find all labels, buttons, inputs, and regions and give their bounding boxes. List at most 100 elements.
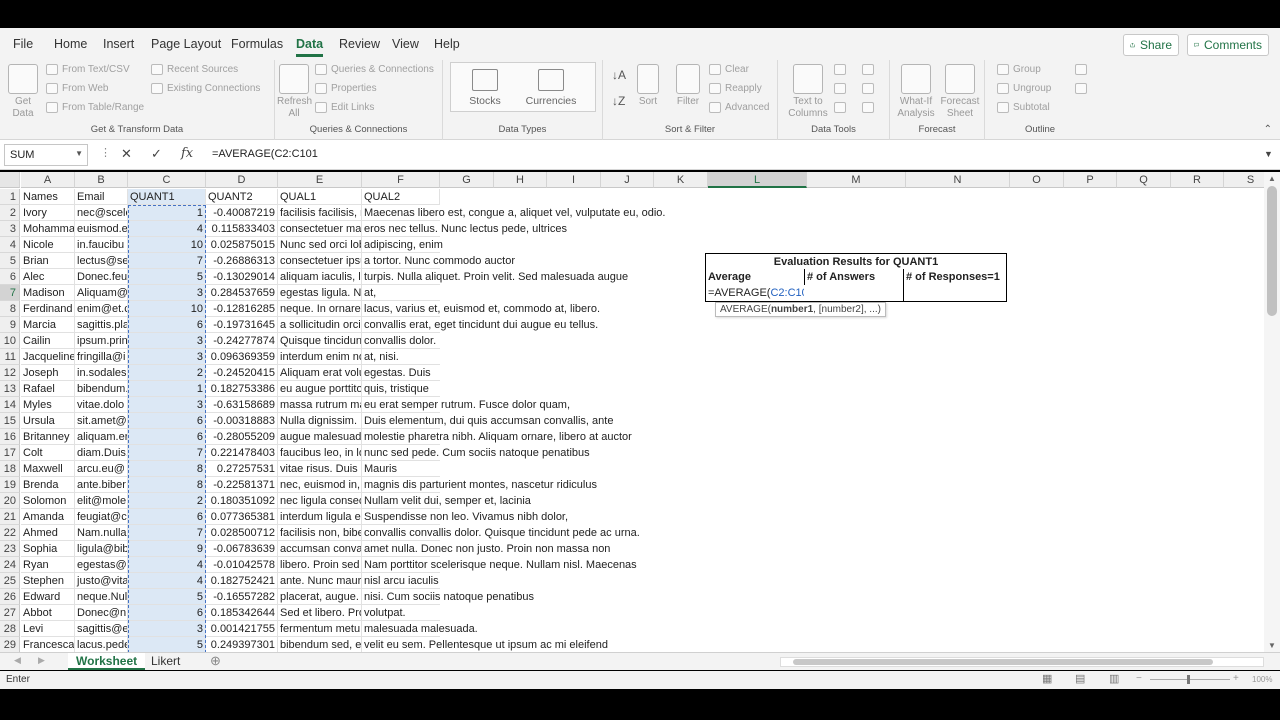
qual2-cell[interactable]: eu erat semper rutrum. Fusce dolor quam,: [362, 397, 570, 413]
name-cell[interactable]: Nicole: [21, 237, 75, 253]
email-cell[interactable]: nec@scele: [75, 205, 128, 221]
tab-insert[interactable]: Insert: [103, 37, 134, 51]
remove-duplicates-button[interactable]: [834, 83, 846, 94]
quant1-cell[interactable]: 3: [128, 397, 206, 413]
quant2-cell[interactable]: -0.24520415: [206, 365, 278, 381]
relationships-button[interactable]: [862, 83, 874, 94]
row-header[interactable]: 11: [0, 349, 20, 365]
vertical-scroll-thumb[interactable]: [1267, 186, 1277, 316]
results-title[interactable]: Evaluation Results for QUANT1: [705, 253, 1007, 270]
email-cell[interactable]: Donec@n: [75, 605, 128, 621]
scroll-up-icon[interactable]: ▲: [1268, 174, 1276, 183]
tab-review[interactable]: Review: [339, 37, 380, 51]
responses-header[interactable]: # of Responses=1: [903, 269, 1007, 286]
qual2-cell[interactable]: nunc sed pede. Cum sociis natoque penati…: [362, 445, 590, 461]
quant2-cell[interactable]: 0.115833403: [206, 221, 278, 237]
next-sheet-icon[interactable]: ▶: [38, 655, 45, 666]
quant1-cell[interactable]: 1: [128, 205, 206, 221]
qual2-cell[interactable]: Nam porttitor scelerisque neque. Nullam …: [362, 557, 637, 573]
qual2-cell[interactable]: convallis dolor.: [362, 333, 440, 349]
qual2-cell[interactable]: quis, tristique: [362, 381, 440, 397]
qual1-cell[interactable]: massa rutrum ma: [278, 397, 362, 413]
qual1-cell[interactable]: consectetuer ipsu: [278, 253, 362, 269]
name-cell[interactable]: Marcia: [21, 317, 75, 333]
quant1-cell[interactable]: 7: [128, 253, 206, 269]
quant1-cell[interactable]: 1: [128, 381, 206, 397]
ungroup-button[interactable]: Ungroup: [997, 83, 1051, 94]
text-to-columns-button[interactable]: Text to Columns: [788, 64, 828, 120]
quant1-cell[interactable]: 4: [128, 573, 206, 589]
email-cell[interactable]: in.faucibu: [75, 237, 128, 253]
qual2-cell[interactable]: Mauris: [362, 461, 440, 477]
average-edit-cell[interactable]: =AVERAGE(C2:C101: [705, 285, 814, 302]
quant1-cell[interactable]: 6: [128, 605, 206, 621]
quant2-cell[interactable]: 0.182752421: [206, 573, 278, 589]
responses-value-cell[interactable]: [903, 285, 1007, 302]
email-cell[interactable]: Nam.nulla: [75, 525, 128, 541]
name-cell[interactable]: Sophia: [21, 541, 75, 557]
row-header[interactable]: 28: [0, 621, 20, 637]
qual1-cell[interactable]: neque. In ornare: [278, 301, 362, 317]
consolidate-button[interactable]: [862, 64, 874, 75]
subtotal-button[interactable]: Subtotal: [997, 102, 1050, 113]
name-cell[interactable]: Solomon: [21, 493, 75, 509]
email-cell[interactable]: neque.Nul: [75, 589, 128, 605]
sheet-tab-likert[interactable]: Likert: [143, 653, 188, 670]
show-detail-button[interactable]: [1075, 64, 1087, 75]
formula-input[interactable]: =AVERAGE(C2:C101: [212, 148, 318, 160]
recent-sources-button[interactable]: Recent Sources: [151, 64, 238, 75]
qual1-cell[interactable]: placerat, augue.: [278, 589, 362, 605]
email-cell[interactable]: bibendum.: [75, 381, 128, 397]
cancel-icon[interactable]: ✕: [121, 146, 132, 162]
qual2-cell[interactable]: Suspendisse non leo. Vivamus nibh dolor,: [362, 509, 568, 525]
row-header[interactable]: 25: [0, 573, 20, 589]
enter-icon[interactable]: ✓: [151, 146, 162, 162]
email-cell[interactable]: arcu.eu@: [75, 461, 128, 477]
horizontal-scroll-thumb[interactable]: [793, 659, 1213, 665]
name-cell[interactable]: Ferdinand: [21, 301, 75, 317]
expand-formula-icon[interactable]: ▼: [1264, 149, 1273, 159]
email-cell[interactable]: ipsum.prin: [75, 333, 128, 349]
column-header-i[interactable]: I: [547, 172, 601, 188]
qual1-cell[interactable]: fermentum metu: [278, 621, 362, 637]
row-header[interactable]: 6: [0, 269, 20, 285]
qual2-cell[interactable]: convallis convallis dolor. Quisque tinci…: [362, 525, 640, 541]
column-header-d[interactable]: D: [206, 172, 278, 188]
quant1-cell[interactable]: 3: [128, 349, 206, 365]
data-validation-button[interactable]: [834, 102, 846, 113]
row-header[interactable]: 4: [0, 237, 20, 253]
quant2-cell[interactable]: 0.180351092: [206, 493, 278, 509]
column-header-g[interactable]: G: [440, 172, 494, 188]
flash-fill-button[interactable]: [834, 64, 846, 75]
column-header-p[interactable]: P: [1064, 172, 1117, 188]
email-cell[interactable]: Aliquam@: [75, 285, 128, 301]
insert-function-icon[interactable]: fx: [181, 146, 193, 161]
qual2-cell[interactable]: convallis erat, eget tincidunt dui augue…: [362, 317, 598, 333]
email-cell[interactable]: sagittis@e: [75, 621, 128, 637]
quant1-cell[interactable]: 3: [128, 285, 206, 301]
sort-az-button[interactable]: ↓A: [612, 68, 626, 82]
email-cell[interactable]: justo@vita: [75, 573, 128, 589]
quant1-cell[interactable]: 6: [128, 413, 206, 429]
email-cell[interactable]: Donec.feu: [75, 269, 128, 285]
name-cell[interactable]: Amanda: [21, 509, 75, 525]
name-cell[interactable]: Brian: [21, 253, 75, 269]
quant2-cell[interactable]: -0.19731645: [206, 317, 278, 333]
hide-detail-button[interactable]: [1075, 83, 1087, 94]
header-cell-e[interactable]: QUAL1: [278, 189, 362, 205]
qual2-cell[interactable]: Maecenas libero est, congue a, aliquet v…: [362, 205, 665, 221]
page-layout-view-icon[interactable]: ▤: [1075, 672, 1085, 685]
name-cell[interactable]: Brenda: [21, 477, 75, 493]
tab-data[interactable]: Data: [296, 37, 324, 57]
tab-file[interactable]: File: [13, 37, 33, 51]
row-header[interactable]: 19: [0, 477, 20, 493]
qual2-cell[interactable]: eros nec tellus. Nunc lectus pede, ultri…: [362, 221, 567, 237]
column-header-n[interactable]: N: [906, 172, 1010, 188]
sheet-tab-worksheet[interactable]: Worksheet: [68, 653, 146, 670]
name-cell[interactable]: Ryan: [21, 557, 75, 573]
email-cell[interactable]: egestas@l: [75, 557, 128, 573]
qual2-cell[interactable]: at, nisi.: [362, 349, 440, 365]
qual2-cell[interactable]: Duis elementum, dui quis accumsan conval…: [362, 413, 613, 429]
email-cell[interactable]: enim@et.c: [75, 301, 128, 317]
name-cell[interactable]: Britanney: [21, 429, 75, 445]
